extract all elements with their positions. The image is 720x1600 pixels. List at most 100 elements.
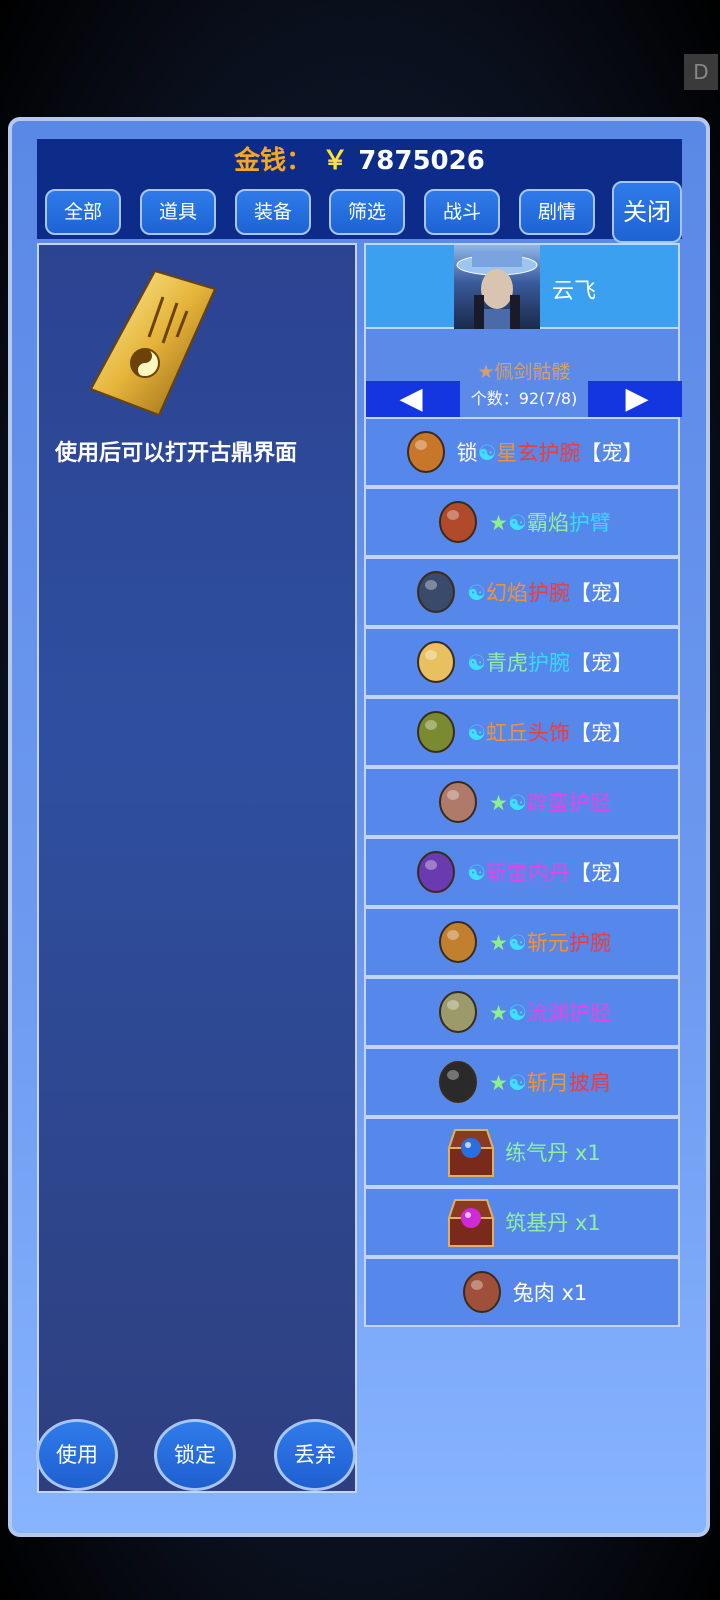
inventory-item-content: ★☯霸焰护臂 bbox=[433, 497, 611, 547]
inventory-item-content: ★☯斩月披肩 bbox=[433, 1057, 611, 1107]
inventory-item-row[interactable]: ★☯斩月披肩 bbox=[364, 1047, 680, 1117]
inventory-item-name: 筑基丹 x1 bbox=[505, 1207, 600, 1237]
item-name-segment: 【宠】 bbox=[569, 721, 633, 745]
tab-items[interactable]: 道具 bbox=[140, 189, 216, 235]
money-symbol: ￥ bbox=[322, 146, 349, 176]
item-name-segment: 【宠】 bbox=[569, 861, 633, 885]
inventory-item-row[interactable]: ☯幻焰护腕【宠】 bbox=[364, 557, 680, 627]
use-button[interactable]: 使用 bbox=[36, 1419, 118, 1491]
item-name-segment: 练气丹 x1 bbox=[505, 1141, 601, 1165]
headdress-icon bbox=[411, 707, 461, 757]
inventory-panel: 金钱： ￥ 7875026 全部 道具 装备 筛选 战斗 剧情 关闭 使用后可以打 bbox=[8, 117, 710, 1537]
item-name-segment: 斩雷内丹 bbox=[485, 861, 570, 885]
inventory-item-name: ☯幻焰护腕【宠】 bbox=[467, 577, 633, 607]
item-name-segment: 虹丘 bbox=[485, 721, 528, 745]
inventory-item-content: 筑基丹 x1 bbox=[443, 1194, 601, 1250]
inventory-item-content: ★☯辟蛮护胫 bbox=[433, 777, 611, 827]
pager-bar: ◀ 个数：92(7/8) ▶ bbox=[366, 381, 682, 417]
inventory-item-row[interactable]: ★☯斩元护腕 bbox=[364, 907, 680, 977]
item-name-segment: 星 bbox=[496, 441, 518, 465]
inventory-item-content: 兔肉 x1 bbox=[457, 1267, 587, 1317]
close-button[interactable]: 关闭 bbox=[612, 181, 682, 243]
inventory-item-row[interactable]: ☯斩雷内丹【宠】 bbox=[364, 837, 680, 907]
pager-category-title: ★佩剑骷髅 bbox=[477, 361, 571, 383]
wristband-icon bbox=[433, 917, 483, 967]
item-name-segment: ☯ bbox=[508, 1071, 527, 1095]
tabs-row: 全部 道具 装备 筛选 战斗 剧情 bbox=[37, 183, 682, 239]
character-header[interactable]: 云飞 bbox=[364, 243, 680, 329]
item-name-segment: 筑基丹 x1 bbox=[505, 1211, 601, 1235]
inventory-item-name: ★☯流渊护胫 bbox=[489, 997, 611, 1027]
inventory-item-content: ★☯流渊护胫 bbox=[433, 987, 611, 1037]
inventory-item-name: ☯青虎护腕【宠】 bbox=[467, 647, 633, 677]
item-name-segment: 青虎 bbox=[485, 651, 528, 675]
item-name-segment: 霸焰 bbox=[526, 511, 569, 535]
item-name-segment: ★ bbox=[489, 511, 508, 535]
item-name-segment: 流渊护胫 bbox=[526, 1001, 611, 1025]
tab-story[interactable]: 剧情 bbox=[519, 189, 595, 235]
item-name-segment: ☯ bbox=[467, 581, 486, 605]
item-name-segment: ★ bbox=[489, 791, 508, 815]
golden-talisman-icon bbox=[89, 269, 217, 417]
inventory-item-row[interactable]: ★☯流渊护胫 bbox=[364, 977, 680, 1047]
inventory-item-name: 兔肉 x1 bbox=[513, 1277, 587, 1307]
inventory-item-content: ☯青虎护腕【宠】 bbox=[411, 637, 633, 687]
tab-equipment[interactable]: 装备 bbox=[235, 189, 311, 235]
item-name-segment: 护腕 bbox=[538, 441, 581, 465]
inventory-item-name: 练气丹 x1 bbox=[505, 1137, 600, 1167]
arm-guard-icon bbox=[433, 497, 483, 547]
purple-pill-chest-icon bbox=[443, 1194, 499, 1250]
inventory-item-name: 锁☯星玄护腕【宠】 bbox=[457, 437, 644, 467]
inventory-item-row[interactable]: ★☯辟蛮护胫 bbox=[364, 767, 680, 837]
item-name-segment: ☯ bbox=[467, 861, 486, 885]
inventory-item-name: ☯虹丘头饰【宠】 bbox=[467, 717, 633, 747]
inventory-item-row[interactable]: 练气丹 x1 bbox=[364, 1117, 680, 1187]
orb-icon bbox=[411, 847, 461, 897]
item-name-segment: 锁 bbox=[456, 441, 478, 465]
item-name-segment: ☯ bbox=[467, 651, 486, 675]
tab-filter[interactable]: 筛选 bbox=[329, 189, 405, 235]
inventory-item-row[interactable]: 兔肉 x1 bbox=[364, 1257, 680, 1327]
inventory-item-name: ★☯霸焰护臂 bbox=[489, 507, 611, 537]
money-value: 7875026 bbox=[358, 146, 485, 176]
greave-icon bbox=[433, 777, 483, 827]
inventory-item-content: ☯虹丘头饰【宠】 bbox=[411, 707, 633, 757]
lock-button[interactable]: 锁定 bbox=[154, 1419, 236, 1491]
inventory-item-row[interactable]: ★☯霸焰护臂 bbox=[364, 487, 680, 557]
item-name-segment: 玄 bbox=[517, 441, 539, 465]
inventory-item-name: ☯斩雷内丹【宠】 bbox=[467, 857, 633, 887]
item-name-segment: ☯ bbox=[477, 441, 497, 465]
previous-page-arrow-icon[interactable]: ◀ bbox=[366, 381, 456, 417]
inventory-item-content: 练气丹 x1 bbox=[443, 1124, 601, 1180]
pager: ★佩剑骷髅 ◀ 个数：92(7/8) ▶ bbox=[364, 329, 682, 417]
corner-tag: D bbox=[684, 54, 718, 90]
item-name-segment: 幻焰 bbox=[485, 581, 528, 605]
claw-icon bbox=[411, 637, 461, 687]
inventory-item-content: ☯斩雷内丹【宠】 bbox=[411, 847, 633, 897]
inventory-item-name: ★☯辟蛮护胫 bbox=[489, 787, 611, 817]
item-name-segment: 【宠】 bbox=[569, 651, 633, 675]
inventory-item-content: ☯幻焰护腕【宠】 bbox=[411, 567, 633, 617]
item-name-segment: 护臂 bbox=[568, 511, 611, 535]
inventory-item-name: ★☯斩元护腕 bbox=[489, 927, 611, 957]
item-detail-pane: 使用后可以打开古鼎界面 bbox=[37, 243, 357, 1493]
item-name-segment: ☯ bbox=[508, 511, 527, 535]
inventory-item-row[interactable]: ☯青虎护腕【宠】 bbox=[364, 627, 680, 697]
item-name-segment: 披肩 bbox=[568, 1071, 611, 1095]
inventory-item-row[interactable]: 锁☯星玄护腕【宠】 bbox=[364, 417, 680, 487]
inventory-item-row[interactable]: 筑基丹 x1 bbox=[364, 1187, 680, 1257]
inventory-list-pane: 云飞 ★佩剑骷髅 ◀ 个数：92(7/8) ▶ 锁☯星玄护腕【宠】 ★☯霸焰护臂 ☯… bbox=[364, 243, 682, 1327]
item-name-segment: 护腕 bbox=[568, 931, 611, 955]
next-page-arrow-icon[interactable]: ▶ bbox=[592, 381, 682, 417]
rabbit-meat-icon bbox=[457, 1267, 507, 1317]
item-name-segment: ★ bbox=[489, 931, 508, 955]
item-name-segment: ★ bbox=[489, 1071, 508, 1095]
tab-battle[interactable]: 战斗 bbox=[424, 189, 500, 235]
item-name-segment: ☯ bbox=[508, 791, 527, 815]
discard-button[interactable]: 丢弃 bbox=[274, 1419, 356, 1491]
item-name-segment: 护腕 bbox=[527, 581, 570, 605]
item-name-segment: ☯ bbox=[467, 721, 486, 745]
tab-all[interactable]: 全部 bbox=[45, 189, 121, 235]
inventory-item-content: ★☯斩元护腕 bbox=[433, 917, 611, 967]
inventory-item-row[interactable]: ☯虹丘头饰【宠】 bbox=[364, 697, 680, 767]
